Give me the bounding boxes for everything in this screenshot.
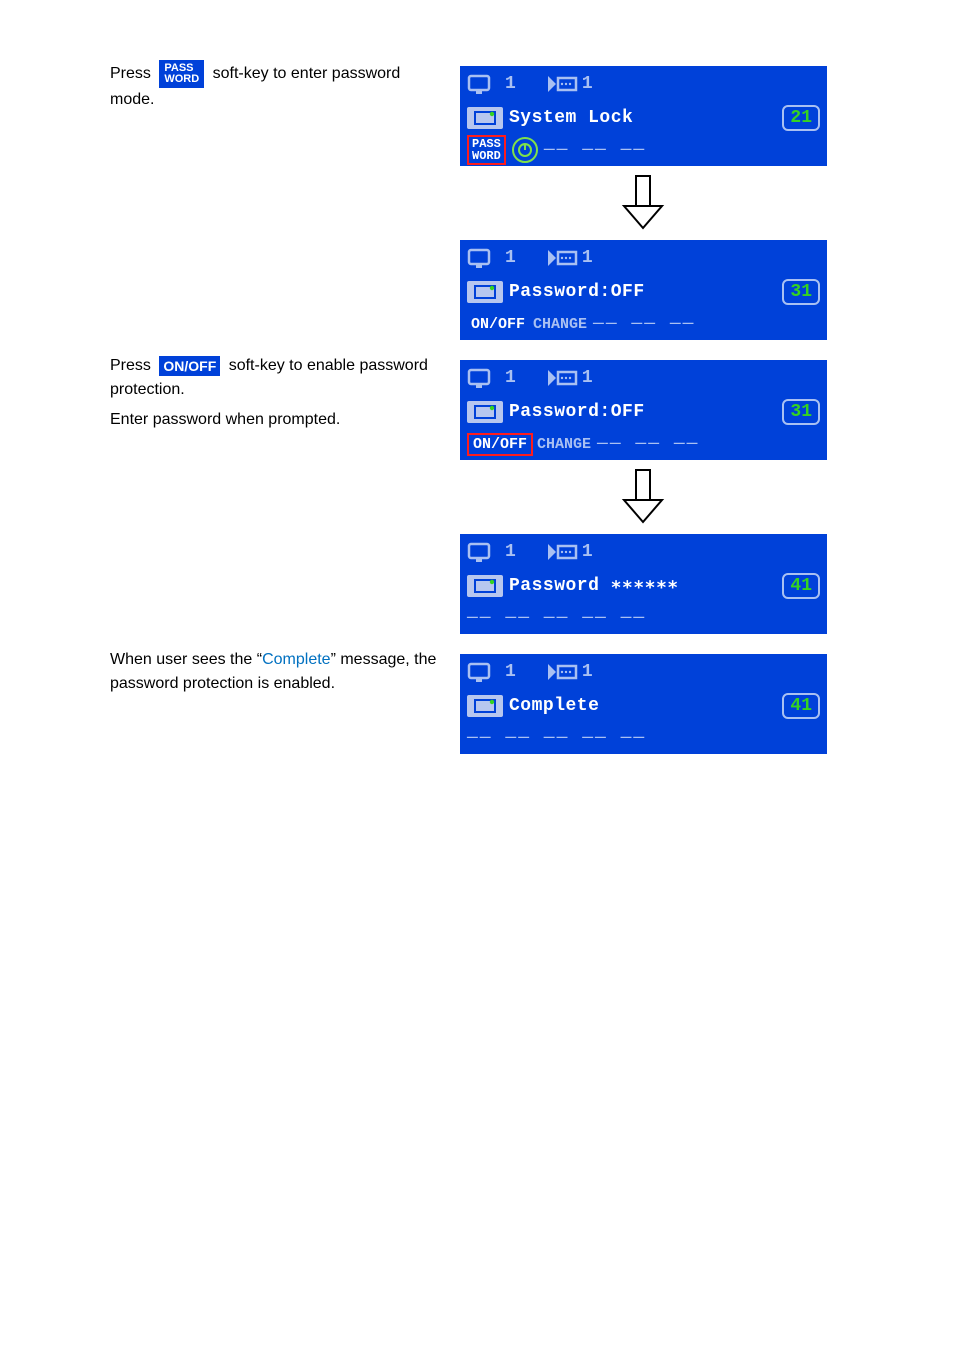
- play-icon: [546, 540, 580, 564]
- down-arrow-icon: [460, 174, 825, 230]
- card-icon: [467, 107, 503, 129]
- lcd-play: 1: [582, 663, 593, 681]
- lcd-mid: Password:OFF 31: [461, 275, 826, 309]
- step3-pre: When user sees the “: [110, 651, 262, 668]
- lcd-top: 1 1: [461, 241, 826, 275]
- step2-left: Press ON/OFF soft-key to enable password…: [0, 354, 460, 432]
- page: Press PASSWORD soft-key to enter passwor…: [0, 0, 954, 754]
- lcd-password-entry: 1 1 Password ∗∗∗∗∗∗ 41 —— —— ——: [460, 534, 827, 634]
- step-row-1: Press PASSWORD soft-key to enter passwor…: [0, 60, 954, 340]
- step1-right: 1 1 System Lock 21 PASSWORD: [460, 60, 954, 340]
- card-icon: [467, 281, 503, 303]
- clock-icon: [512, 137, 538, 163]
- step1-pre: Press: [110, 65, 151, 82]
- lcd-top: 1 1: [461, 361, 826, 395]
- lcd-title: Password ∗∗∗∗∗∗: [509, 577, 679, 595]
- step3-left: When user sees the “Complete” message, t…: [0, 648, 460, 696]
- card-icon: [467, 575, 503, 597]
- lcd-count: 1: [505, 249, 516, 267]
- lcd-play: 1: [582, 249, 593, 267]
- lcd-system-lock: 1 1 System Lock 21 PASSWORD: [460, 66, 827, 166]
- lcd-title-1: System Lock: [509, 109, 633, 127]
- lcd-mid: Password ∗∗∗∗∗∗ 41: [461, 569, 826, 603]
- lcd-mid: Password:OFF 31: [461, 395, 826, 429]
- step1-suf: soft-key to enter password mode.: [110, 65, 400, 108]
- lcd-top: 1 1: [461, 67, 826, 101]
- lcd-dashes: —— —— ——: [597, 435, 699, 453]
- lcd-count: 1: [505, 369, 516, 387]
- card-icon: [467, 695, 503, 717]
- lcd-badge-41: 41: [782, 573, 820, 599]
- lcd-mid-1: System Lock 21: [461, 101, 826, 135]
- lcd-title: Complete: [509, 697, 599, 715]
- lcd-top: 1 1: [461, 655, 826, 689]
- lcd-top: 1 1: [461, 535, 826, 569]
- lcd-count: 1: [505, 543, 516, 561]
- lcd-bot: ON/OFF CHANGE —— —— ——: [461, 309, 826, 339]
- step-row-3: When user sees the “Complete” message, t…: [0, 648, 954, 754]
- complete-word: Complete: [262, 651, 330, 668]
- lcd-bot: ON/OFF CHANGE —— —— ——: [461, 429, 826, 459]
- onoff-softkey-icon[interactable]: ON/OFF: [467, 315, 529, 334]
- lcd-play: 1: [582, 543, 593, 561]
- lcd-play: 1: [582, 369, 593, 387]
- lcd-badge-31: 31: [782, 399, 820, 425]
- lcd-bot-1: PASSWORD —— —— ——: [461, 135, 826, 165]
- step2-right: 1 1 Password:OFF 31 ON/OFF: [460, 354, 954, 634]
- change-softkey-icon[interactable]: CHANGE: [533, 315, 587, 334]
- lcd-bot: —— —— —— —— ——: [461, 723, 826, 753]
- lcd-badge-41: 41: [782, 693, 820, 719]
- lcd-password-off-a: 1 1 Password:OFF 31 ON/OFF: [460, 240, 827, 340]
- lcd-dashes: —— —— ——: [593, 315, 695, 333]
- lcd-count-1: 1: [505, 75, 516, 93]
- monitor-icon: [467, 366, 497, 390]
- onoff-softkey-icon: ON/OFF: [159, 356, 220, 376]
- play-icon: [546, 366, 580, 390]
- down-arrow-icon: [460, 468, 825, 524]
- monitor-icon: [467, 246, 497, 270]
- step3-right: 1 1 Complete 41 —— —— —— —— ——: [460, 648, 954, 754]
- monitor-icon: [467, 540, 497, 564]
- monitor-icon: [467, 660, 497, 684]
- lcd-count: 1: [505, 663, 516, 681]
- lcd-mid: Complete 41: [461, 689, 826, 723]
- play-icon: [546, 660, 580, 684]
- lcd-bot: —— —— —— —— ——: [461, 603, 826, 633]
- step2-pre: Press: [110, 357, 151, 374]
- lcd-badge-31: 31: [782, 279, 820, 305]
- play-icon: [546, 72, 580, 96]
- lcd-title: Password:OFF: [509, 283, 645, 301]
- lcd-play-1: 1: [582, 75, 593, 93]
- lcd-dashes: —— —— —— —— ——: [467, 609, 646, 627]
- lcd-dashes: —— —— ——: [544, 141, 646, 159]
- change-softkey-icon[interactable]: CHANGE: [537, 435, 591, 454]
- lcd-dashes: —— —— —— —— ——: [467, 729, 646, 747]
- lcd-badge-21: 21: [782, 105, 820, 131]
- lcd-complete: 1 1 Complete 41 —— —— —— —— ——: [460, 654, 827, 754]
- step1-left: Press PASSWORD soft-key to enter passwor…: [0, 60, 460, 112]
- step2-suf: soft-key to enable password protection.: [110, 357, 428, 398]
- onoff-softkey-icon[interactable]: ON/OFF: [467, 433, 533, 456]
- play-icon: [546, 246, 580, 270]
- passwd-softkey-icon: PASSWORD: [159, 60, 204, 88]
- passwd-softkey-icon[interactable]: PASSWORD: [467, 135, 506, 165]
- lcd-title: Password:OFF: [509, 403, 645, 421]
- monitor-icon: [467, 72, 497, 96]
- lcd-password-off-b: 1 1 Password:OFF 31 ON/OFF: [460, 360, 827, 460]
- card-icon: [467, 401, 503, 423]
- step-row-2: Press ON/OFF soft-key to enable password…: [0, 354, 954, 634]
- step2-note: Enter password when prompted.: [110, 411, 340, 428]
